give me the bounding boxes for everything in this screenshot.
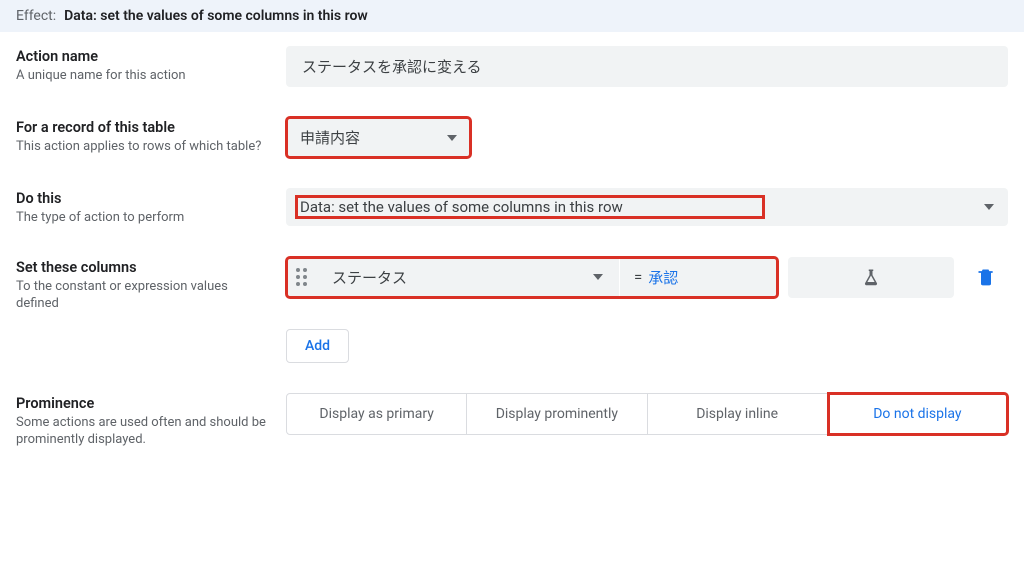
- prominence-row: Prominence Some actions are used often a…: [16, 393, 1008, 449]
- effect-value: Data: set the values of some columns in …: [64, 8, 368, 24]
- add-button-label: Add: [305, 338, 330, 354]
- set-columns-row: Set these columns To the constant or exp…: [16, 257, 1008, 313]
- effect-label: Effect:: [16, 8, 56, 24]
- add-column-row: Add: [16, 329, 1008, 363]
- action-name-row: Action name A unique name for this actio…: [16, 46, 1008, 87]
- for-table-title: For a record of this table: [16, 119, 266, 136]
- prominence-sub: Some actions are used often and should b…: [16, 414, 266, 449]
- drag-handle-icon[interactable]: [286, 257, 316, 298]
- for-table-select-value: 申請内容: [300, 127, 360, 148]
- set-columns-sub: To the constant or expression values def…: [16, 278, 266, 313]
- expression-builder-button[interactable]: [788, 257, 954, 298]
- do-this-row: Do this The type of action to perform Da…: [16, 188, 1008, 227]
- do-this-sub: The type of action to perform: [16, 209, 266, 227]
- delete-column-button[interactable]: [964, 257, 1008, 298]
- effect-header: Effect: Data: set the values of some col…: [0, 0, 1024, 32]
- for-table-sub: This action applies to rows of which tab…: [16, 138, 266, 156]
- do-this-select-value: Data: set the values of some columns in …: [296, 196, 764, 218]
- chevron-down-icon: [447, 135, 457, 141]
- prominence-option-prominently[interactable]: Display prominently: [467, 393, 647, 435]
- column-name-select[interactable]: ステータス: [316, 257, 620, 298]
- prominence-segmented: Display as primary Display prominently D…: [286, 393, 1008, 435]
- trash-icon: [976, 267, 996, 287]
- action-name-sub: A unique name for this action: [16, 67, 266, 85]
- column-assignment: ステータス = 承認: [286, 257, 778, 298]
- prominence-option-do-not-display[interactable]: Do not display: [828, 393, 1008, 435]
- flask-icon: [862, 268, 880, 286]
- action-name-title: Action name: [16, 48, 266, 65]
- add-column-button[interactable]: Add: [286, 329, 349, 363]
- for-table-row: For a record of this table This action a…: [16, 117, 1008, 158]
- column-name-value: ステータス: [332, 267, 407, 288]
- column-value: 承認: [648, 267, 678, 288]
- action-name-input[interactable]: [286, 46, 1008, 87]
- prominence-option-inline[interactable]: Display inline: [648, 393, 828, 435]
- do-this-title: Do this: [16, 190, 266, 207]
- prominence-option-primary[interactable]: Display as primary: [286, 393, 467, 435]
- column-value-box[interactable]: = 承認: [620, 257, 778, 298]
- do-this-select[interactable]: Data: set the values of some columns in …: [286, 188, 1008, 226]
- prominence-title: Prominence: [16, 395, 266, 412]
- chevron-down-icon: [593, 274, 603, 280]
- equals-sign: =: [634, 268, 642, 286]
- set-columns-title: Set these columns: [16, 259, 266, 276]
- for-table-select[interactable]: 申請内容: [286, 117, 471, 158]
- chevron-down-icon: [984, 204, 994, 210]
